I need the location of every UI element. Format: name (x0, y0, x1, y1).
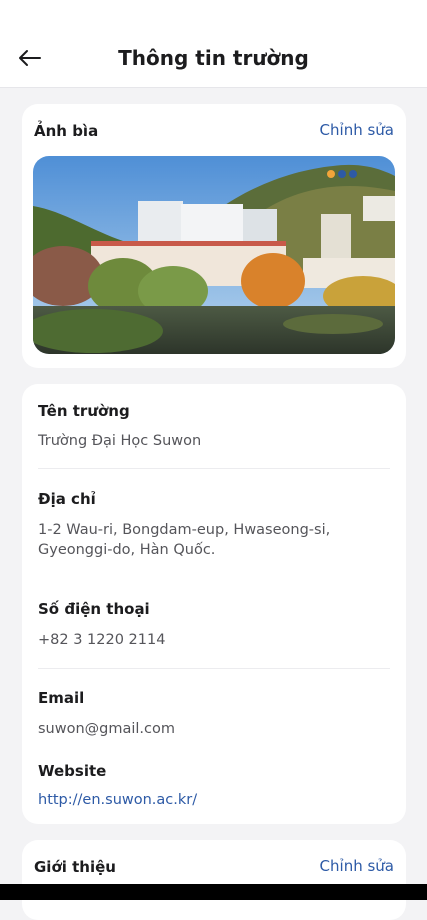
campus-photo (33, 156, 395, 354)
page-title: Thông tin trường (118, 46, 309, 70)
cover-card: Ảnh bìa Chỉnh sửa (22, 104, 406, 368)
intro-card: Giới thiệu Chỉnh sửa (22, 840, 406, 920)
website-link[interactable]: http://en.suwon.ac.kr/ (38, 792, 197, 808)
intro-section-title: Giới thiệu (34, 858, 116, 876)
pager-dot (349, 170, 357, 178)
edit-intro-button[interactable]: Chỉnh sửa (320, 857, 394, 875)
address-line-2: Gyeonggi-do, Hàn Quốc. (38, 542, 216, 558)
system-nav-bar (0, 884, 427, 900)
divider (38, 468, 390, 469)
phone-value: +82 3 1220 2114 (38, 632, 166, 648)
address-line-1: 1-2 Wau-ri, Bongdam-eup, Hwaseong-si, (38, 522, 331, 538)
email-value: suwon@gmail.com (38, 721, 176, 737)
school-name-value: Trường Đại Học Suwon (38, 433, 202, 449)
email-label: Email (38, 689, 85, 707)
phone-label: Số điện thoại (38, 600, 150, 618)
image-pager-dots (327, 170, 357, 178)
school-name-label: Tên trường (38, 402, 130, 420)
cover-image[interactable] (33, 156, 395, 354)
website-label: Website (38, 762, 107, 780)
edit-cover-button[interactable]: Chỉnh sửa (320, 121, 394, 139)
address-label: Địa chỉ (38, 490, 96, 508)
app-header: Thông tin trường (0, 0, 427, 88)
pager-dot (338, 170, 346, 178)
pager-dot (327, 170, 335, 178)
divider (38, 668, 390, 669)
cover-section-title: Ảnh bìa (34, 122, 99, 140)
school-info-card: Tên trường Trường Đại Học Suwon Địa chỉ … (22, 384, 406, 824)
